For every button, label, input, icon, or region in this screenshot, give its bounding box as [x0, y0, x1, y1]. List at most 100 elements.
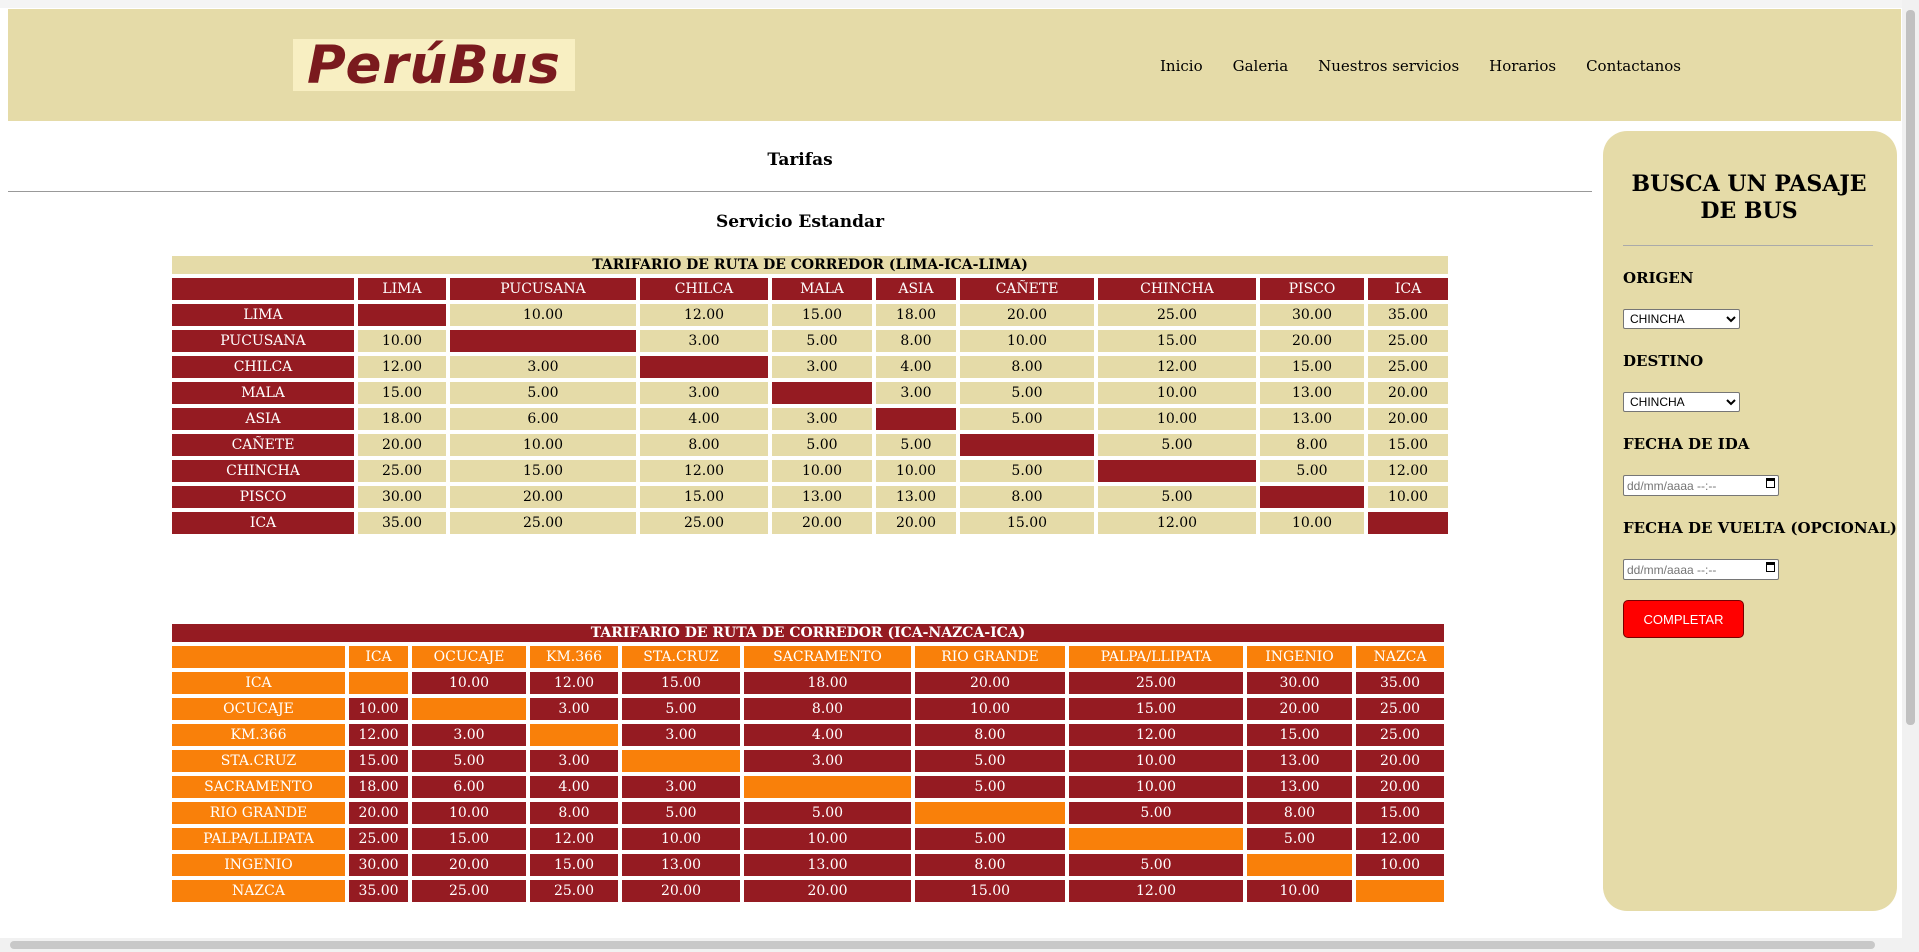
fare-cell: 6.00: [450, 408, 636, 430]
fare-cell: 10.00: [744, 828, 911, 850]
column-header: PISCO: [1260, 278, 1364, 300]
row-header: LIMA: [172, 304, 354, 326]
fare-cell: 12.00: [640, 304, 768, 326]
row-header: STA.CRUZ: [172, 750, 345, 772]
sidebar-divider: [1623, 245, 1873, 246]
fare-cell: 12.00: [1356, 828, 1445, 850]
destino-select[interactable]: CHINCHA: [1623, 392, 1740, 412]
fare-cell: 20.00: [1356, 776, 1445, 798]
fare-cell: 10.00: [915, 698, 1065, 720]
fare-cell: 10.00: [876, 460, 956, 482]
nav-link-galeria[interactable]: Galeria: [1233, 57, 1289, 75]
fare-cell: 3.00: [640, 330, 768, 352]
completar-button[interactable]: COMPLETAR: [1623, 600, 1744, 638]
fare-table-lima-ica: TARIFARIO DE RUTA DE CORREDOR (LIMA-ICA-…: [168, 252, 1452, 538]
fare-cell: 3.00: [640, 382, 768, 404]
fare-cell: 3.00: [744, 750, 911, 772]
column-header: INGENIO: [1247, 646, 1352, 668]
fare-cell: 30.00: [1247, 672, 1352, 694]
column-header: LIMA: [358, 278, 446, 300]
table-row: OCUCAJE 10.00 3.00 5.00 8.00 10.00 15.00 20.00 2…: [172, 698, 1445, 720]
fare-cell: 5.00: [622, 802, 740, 824]
fecha-ida-input[interactable]: [1623, 475, 1779, 496]
origen-select[interactable]: CHINCHA: [1623, 309, 1740, 329]
fare-cell: 20.00: [1368, 382, 1449, 404]
fare-cell: 3.00: [876, 382, 956, 404]
diagonal-cell: [450, 330, 636, 352]
diagonal-cell: [412, 698, 526, 720]
nav-link-servicios[interactable]: Nuestros servicios: [1318, 57, 1459, 75]
table-row: ICA 35.00 25.00 25.00 20.00 20.00 15.00 12.00 10…: [172, 512, 1449, 534]
diagonal-cell: [744, 776, 911, 798]
fare-cell: 35.00: [1356, 672, 1445, 694]
fare-cell: 25.00: [358, 460, 446, 482]
fare-cell: 20.00: [915, 672, 1065, 694]
fare-cell: 15.00: [450, 460, 636, 482]
fare-cell: 10.00: [1069, 750, 1243, 772]
table-row: PALPA/LLIPATA 25.00 15.00 12.00 10.00 10.00 5.…: [172, 828, 1445, 850]
column-header: ASIA: [876, 278, 956, 300]
fare-cell: 5.00: [960, 382, 1094, 404]
row-header: ICA: [172, 672, 345, 694]
fare-cell: 10.00: [960, 330, 1094, 352]
fare-cell: 18.00: [744, 672, 911, 694]
table-row: RIO GRANDE 20.00 10.00 8.00 5.00 5.00 5.00 8.00…: [172, 802, 1445, 824]
diagonal-cell: [915, 802, 1065, 824]
table-row: ASIA 18.00 6.00 4.00 3.00 5.00 10.00 13.00 20.00: [172, 408, 1449, 430]
vertical-scrollbar[interactable]: [1902, 0, 1919, 952]
column-header: [172, 278, 354, 300]
column-header: CAÑETE: [960, 278, 1094, 300]
fare-cell: 10.00: [1368, 486, 1449, 508]
fare-cell: 20.00: [1356, 750, 1445, 772]
fare-cell: 12.00: [358, 356, 446, 378]
row-header: CAÑETE: [172, 434, 354, 456]
horizontal-scrollbar[interactable]: [0, 938, 1902, 952]
fare-cell: 13.00: [1260, 408, 1364, 430]
horizontal-scrollbar-thumb[interactable]: [10, 941, 1875, 949]
fecha-ida-label: FECHA DE IDA: [1623, 435, 1750, 453]
table-header-row: LIMA PUCUSANA CHILCA MALA ASIA CAÑETE CHINCHA P…: [172, 278, 1449, 300]
fare-cell: 4.00: [640, 408, 768, 430]
fare-cell: 8.00: [530, 802, 618, 824]
fare-cell: 5.00: [960, 408, 1094, 430]
calendar-icon[interactable]: [1766, 478, 1775, 488]
calendar-icon[interactable]: [1766, 562, 1775, 572]
fare-cell: 3.00: [412, 724, 526, 746]
divider: [8, 191, 1592, 192]
fare-cell: 25.00: [640, 512, 768, 534]
fare-cell: 13.00: [876, 486, 956, 508]
fare-cell: 10.00: [358, 330, 446, 352]
fare-cell: 15.00: [772, 304, 872, 326]
column-header: [172, 646, 345, 668]
fare-cell: 15.00: [1069, 698, 1243, 720]
column-header: SACRAMENTO: [744, 646, 911, 668]
fare-cell: 5.00: [1069, 854, 1243, 876]
fare-cell: 3.00: [772, 408, 872, 430]
fare-cell: 8.00: [744, 698, 911, 720]
nav-link-horarios[interactable]: Horarios: [1489, 57, 1556, 75]
nav-link-contactanos[interactable]: Contactanos: [1586, 57, 1681, 75]
nav-link-inicio[interactable]: Inicio: [1160, 57, 1203, 75]
diagonal-cell: [1098, 460, 1256, 482]
fare-cell: 20.00: [1260, 330, 1364, 352]
main-nav: Inicio Galeria Nuestros servicios Horari…: [1160, 57, 1711, 75]
fecha-vuelta-input[interactable]: [1623, 559, 1779, 580]
fare-cell: 5.00: [960, 460, 1094, 482]
fare-cell: 12.00: [1098, 356, 1256, 378]
fare-cell: 25.00: [412, 880, 526, 902]
row-header: CHILCA: [172, 356, 354, 378]
row-header: ASIA: [172, 408, 354, 430]
table-row: INGENIO 30.00 20.00 15.00 13.00 13.00 8.00 5.00…: [172, 854, 1445, 876]
fare-cell: 13.00: [744, 854, 911, 876]
site-logo[interactable]: PerúBus: [293, 35, 575, 96]
fare-cell: 8.00: [960, 486, 1094, 508]
table-row: ICA 10.00 12.00 15.00 18.00 20.00 25.00 30.00 35…: [172, 672, 1445, 694]
fare-cell: 10.00: [349, 698, 408, 720]
fare-cell: 30.00: [349, 854, 408, 876]
fare-cell: 30.00: [1260, 304, 1364, 326]
fare-cell: 25.00: [1356, 724, 1445, 746]
fare-cell: 8.00: [960, 356, 1094, 378]
fare-cell: 20.00: [744, 880, 911, 902]
fare-cell: 8.00: [915, 724, 1065, 746]
vertical-scrollbar-thumb[interactable]: [1906, 10, 1915, 725]
